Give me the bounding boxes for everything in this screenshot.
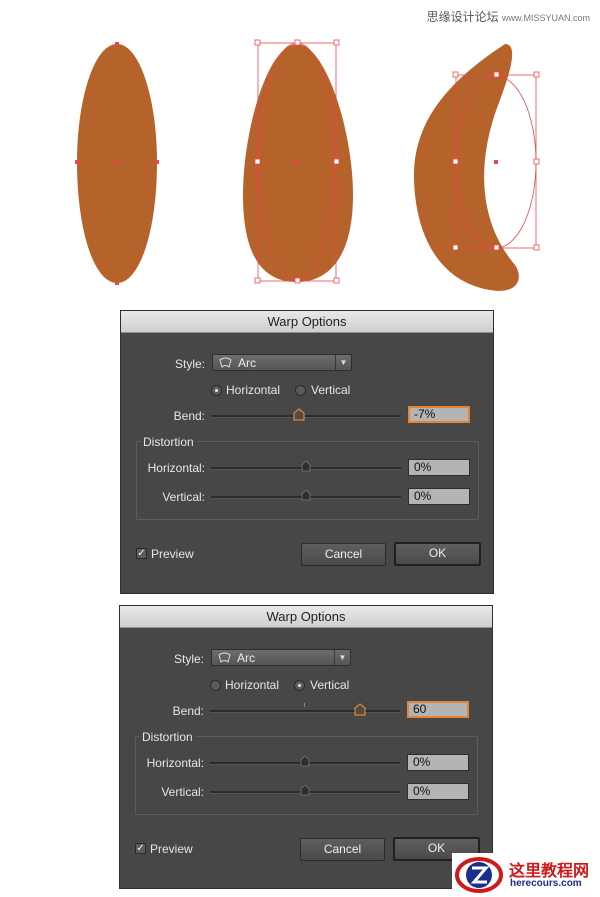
style-value: Arc: [238, 356, 256, 370]
style-select[interactable]: Arc ▼: [211, 649, 351, 666]
ok-button[interactable]: OK: [394, 542, 481, 566]
distortion-horizontal-label: Horizontal:: [146, 756, 204, 770]
bend-input[interactable]: 60: [407, 701, 469, 718]
horizontal-radio[interactable]: [211, 385, 222, 396]
style-label: Style:: [174, 357, 205, 371]
shape-illustrations: [75, 39, 540, 291]
style-label: Style:: [173, 652, 204, 666]
distortion-vertical-label: Vertical:: [161, 785, 204, 799]
horizontal-radio-label: Horizontal: [226, 383, 281, 397]
distortion-vertical-input[interactable]: 0%: [407, 783, 469, 800]
distortion-group: [136, 441, 479, 520]
warped-bulge-shape: [243, 39, 353, 284]
chevron-down-icon: ▼: [335, 355, 351, 370]
style-select[interactable]: Arc ▼: [212, 354, 352, 371]
bend-slider-thumb[interactable]: [293, 408, 305, 421]
distortion-label: Distortion: [140, 730, 196, 744]
distortion-vertical-thumb[interactable]: [300, 785, 310, 796]
warp-options-dialog-1: Warp Options Style: Arc ▼ Horizontal Ver…: [120, 310, 494, 594]
site-logo: 这里教程网 herecours.com: [452, 853, 600, 897]
cancel-button[interactable]: Cancel: [300, 838, 385, 861]
arc-icon: [219, 357, 232, 368]
bend-label: Bend:: [172, 704, 204, 718]
bend-slider-track[interactable]: [211, 415, 401, 418]
bend-label: Bend:: [173, 409, 205, 423]
preview-checkbox[interactable]: ✓: [135, 843, 146, 854]
bend-input[interactable]: -7%: [408, 406, 470, 423]
warped-crescent-shape: [414, 44, 540, 291]
vertical-radio-label: Vertical: [310, 678, 350, 692]
distortion-horizontal-input[interactable]: 0%: [408, 459, 470, 476]
vertical-radio-label: Vertical: [311, 383, 351, 397]
horizontal-radio[interactable]: [210, 680, 221, 691]
distortion-vertical-input[interactable]: 0%: [408, 488, 470, 505]
horizontal-radio-label: Horizontal: [225, 678, 280, 692]
chevron-down-icon: ▼: [334, 650, 350, 665]
bend-center-tick: [304, 703, 305, 707]
dialog-title: Warp Options: [120, 606, 492, 628]
preview-label: Preview: [150, 842, 193, 856]
logo-url: herecours.com: [510, 878, 582, 889]
warp-options-dialog-2: Warp Options Style: Arc ▼ Horizontal Ver…: [119, 605, 493, 889]
arc-icon: [218, 652, 231, 663]
distortion-group: [135, 736, 478, 815]
bend-slider-track[interactable]: [210, 710, 400, 713]
vertical-radio[interactable]: [295, 385, 306, 396]
distortion-vertical-thumb[interactable]: [301, 490, 311, 501]
style-value: Arc: [237, 651, 255, 665]
preview-checkbox[interactable]: ✓: [136, 548, 147, 559]
distortion-horizontal-input[interactable]: 0%: [407, 754, 469, 771]
distortion-vertical-label: Vertical:: [162, 490, 205, 504]
dialog-title: Warp Options: [121, 311, 493, 333]
cancel-button[interactable]: Cancel: [301, 543, 386, 566]
distortion-horizontal-label: Horizontal:: [147, 461, 205, 475]
preview-label: Preview: [151, 547, 194, 561]
distortion-label: Distortion: [141, 435, 197, 449]
ellipse-shape: [75, 42, 159, 285]
vertical-radio[interactable]: [294, 680, 305, 691]
logo-z-icon: [455, 857, 503, 893]
distortion-horizontal-thumb[interactable]: [300, 756, 310, 767]
bend-slider-thumb[interactable]: [354, 703, 366, 716]
distortion-horizontal-thumb[interactable]: [301, 461, 311, 472]
